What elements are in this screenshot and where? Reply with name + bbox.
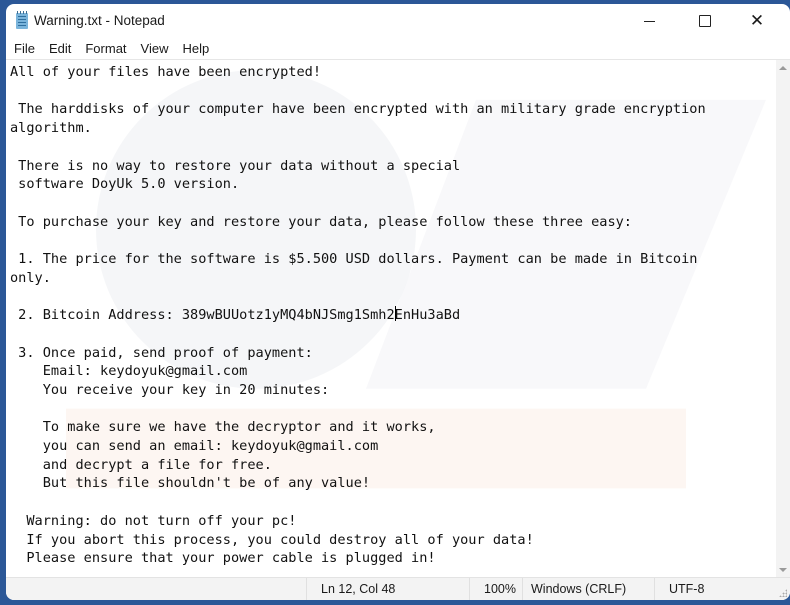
line-ending: Windows (CRLF) [522, 578, 654, 600]
notepad-window: Warning.txt - Notepad ✕ File Edit Format… [6, 4, 790, 600]
close-icon: ✕ [749, 11, 765, 31]
notepad-icon [16, 11, 28, 29]
scroll-up-icon[interactable] [779, 66, 787, 70]
maximize-icon [699, 15, 711, 27]
menu-edit[interactable]: Edit [43, 41, 77, 56]
text-after-caret: EnHu3aBd 3. Once paid, send proof of pay… [18, 307, 534, 567]
scroll-down-icon[interactable] [779, 568, 787, 572]
status-bar: Ln 12, Col 48 100% Windows (CRLF) UTF-8 [6, 577, 790, 600]
vertical-scrollbar[interactable] [776, 59, 790, 578]
zoom-level: 100% [469, 578, 522, 600]
resize-grip-icon[interactable] [779, 589, 787, 597]
menu-view[interactable]: View [135, 41, 175, 56]
menu-bar: File Edit Format View Help [6, 38, 790, 58]
encoding: UTF-8 [654, 578, 774, 600]
title-bar[interactable]: Warning.txt - Notepad ✕ [6, 4, 790, 38]
text-before-caret: All of your files have been encrypted! T… [10, 64, 706, 324]
minimize-button[interactable] [626, 4, 672, 38]
close-button[interactable]: ✕ [734, 4, 780, 38]
menu-file[interactable]: File [8, 41, 41, 56]
cursor-position: Ln 12, Col 48 [306, 578, 469, 600]
document-text[interactable]: All of your files have been encrypted! T… [10, 63, 706, 568]
window-title: Warning.txt - Notepad [34, 13, 165, 28]
minimize-icon [643, 20, 655, 22]
text-editor[interactable]: All of your files have been encrypted! T… [6, 59, 776, 578]
menu-help[interactable]: Help [176, 41, 215, 56]
menu-format[interactable]: Format [79, 41, 132, 56]
maximize-button[interactable] [682, 4, 728, 38]
